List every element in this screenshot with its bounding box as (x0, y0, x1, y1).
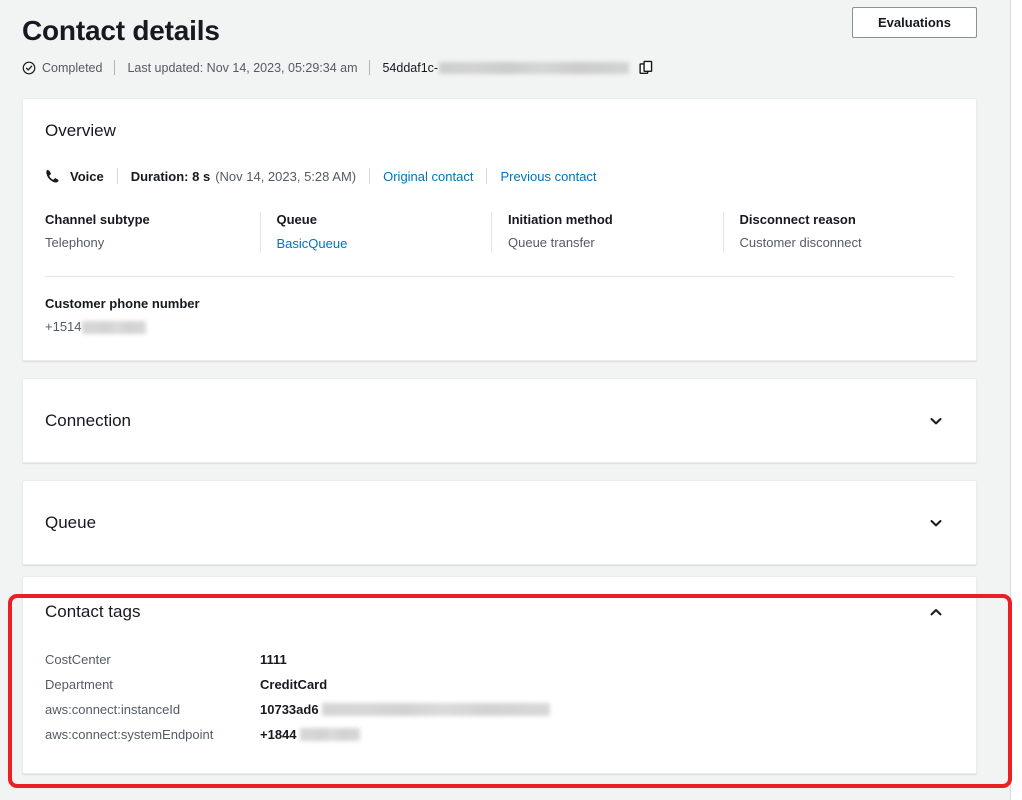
field-queue: Queue BasicQueue (260, 212, 492, 253)
original-contact-link[interactable]: Original contact (383, 169, 473, 184)
tag-value: +1844 (260, 727, 360, 742)
section-title: Queue (45, 513, 96, 533)
field-disconnect-reason: Disconnect reason Customer disconnect (723, 212, 955, 253)
chevron-up-icon[interactable] (928, 604, 944, 620)
tag-key: aws:connect:instanceId (45, 702, 260, 717)
contact-id: 54ddaf1c- (382, 60, 654, 75)
page-header: Contact details Completed Last updated: … (0, 0, 1022, 90)
field-label: Channel subtype (45, 212, 260, 227)
section-title: Connection (45, 411, 131, 431)
tag-key: aws:connect:systemEndpoint (45, 727, 260, 742)
field-label: Customer phone number (45, 296, 954, 311)
copy-icon[interactable] (639, 60, 654, 75)
evaluations-button[interactable]: Evaluations (852, 7, 977, 38)
overview-fields: Channel subtype Telephony Queue BasicQue… (45, 212, 954, 253)
tag-row: aws:connect:systemEndpoint +1844 (45, 722, 954, 747)
contact-details-page: Contact details Completed Last updated: … (0, 0, 1022, 800)
tag-row: aws:connect:instanceId 10733ad6 (45, 697, 954, 722)
field-value: Customer disconnect (740, 235, 955, 250)
last-updated-text: Last updated: Nov 14, 2023, 05:29:34 am (127, 61, 357, 75)
contact-tags-header[interactable]: Contact tags (45, 577, 954, 647)
queue-value-link[interactable]: BasicQueue (277, 236, 348, 251)
customer-phone-value: +1514 (45, 319, 954, 334)
content-pane-outer (1011, 0, 1022, 800)
overview-title: Overview (45, 121, 954, 141)
contact-id-text: 54ddaf1c- (382, 61, 438, 75)
tag-value: CreditCard (260, 677, 327, 692)
status-label: Completed (42, 61, 102, 75)
redacted-phone-suffix (82, 321, 146, 334)
field-value: Telephony (45, 235, 260, 250)
duration-label: Duration: 8 s (131, 169, 210, 184)
overview-card: Overview Voice Duration: 8 s (Nov 14, 20… (22, 98, 977, 361)
chevron-down-icon[interactable] (928, 515, 944, 531)
previous-contact-link[interactable]: Previous contact (500, 169, 596, 184)
duration-timestamp: (Nov 14, 2023, 5:28 AM) (215, 169, 356, 184)
section-queue[interactable]: Queue (22, 480, 977, 565)
tag-key: CostCenter (45, 652, 260, 667)
redacted-instance-id (322, 703, 550, 716)
overview-divider-line (45, 276, 954, 277)
overview-divider (486, 168, 487, 184)
check-circle-icon (22, 61, 36, 75)
field-label: Queue (277, 212, 492, 227)
field-channel-subtype: Channel subtype Telephony (45, 212, 260, 253)
chevron-down-icon[interactable] (928, 413, 944, 429)
tag-value: 10733ad6 (260, 702, 550, 717)
phone-icon (45, 168, 61, 184)
section-contact-tags: Contact tags CostCenter 1111 Department … (22, 576, 977, 774)
overview-divider (369, 168, 370, 184)
section-title: Contact tags (45, 602, 140, 622)
field-label: Disconnect reason (740, 212, 955, 227)
overview-divider (117, 168, 118, 184)
tag-row: Department CreditCard (45, 672, 954, 697)
field-initiation-method: Initiation method Queue transfer (491, 212, 723, 253)
meta-divider (114, 60, 115, 75)
tag-row: CostCenter 1111 (45, 647, 954, 672)
field-customer-phone-number: Customer phone number +1514 (45, 296, 954, 334)
redacted-system-endpoint (300, 728, 360, 741)
field-value: Queue transfer (508, 235, 723, 250)
tag-key: Department (45, 677, 260, 692)
tag-value: 1111 (260, 652, 287, 667)
status-badge: Completed (22, 61, 102, 75)
redacted-contact-id (439, 62, 629, 74)
meta-divider (369, 60, 370, 75)
field-label: Initiation method (508, 212, 723, 227)
page-meta-row: Completed Last updated: Nov 14, 2023, 05… (22, 60, 1000, 75)
section-connection[interactable]: Connection (22, 378, 977, 463)
overview-summary-line: Voice Duration: 8 s (Nov 14, 2023, 5:28 … (45, 168, 954, 184)
channel-label: Voice (70, 169, 104, 184)
